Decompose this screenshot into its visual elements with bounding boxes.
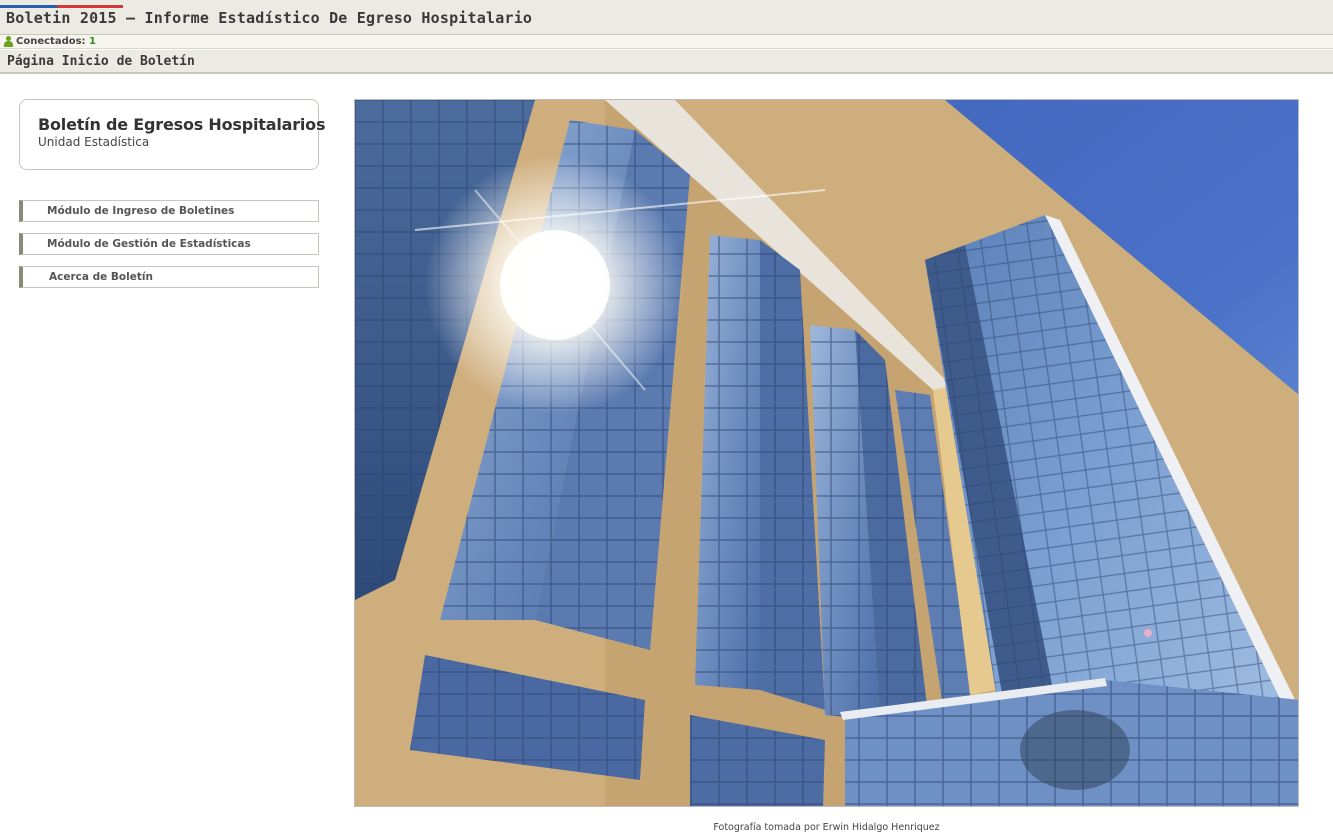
- flag-stripe-red: [57, 5, 123, 8]
- page-title-bar: Página Inicio de Boletín: [0, 50, 1333, 74]
- hospital-building-photo: [354, 99, 1299, 807]
- photo-caption-container: Fotografía tomada por Erwin Hidalgo Henr…: [354, 815, 1299, 834]
- connected-label: Conectados:: [16, 36, 86, 47]
- flag-stripe-blue: [0, 5, 57, 8]
- info-subtitle: Unidad Estadística: [38, 135, 150, 149]
- info-title: Boletín de Egresos Hospitalarios: [38, 115, 326, 134]
- menu-item-label: Acerca de Boletín: [49, 271, 153, 283]
- menu-item-label: Módulo de Gestión de Estadísticas: [47, 238, 251, 250]
- menu-item-acerca-boletin[interactable]: Acerca de Boletín: [19, 266, 319, 288]
- status-bar: Conectados: 1: [0, 35, 1333, 49]
- app-title: Boletin 2015 — Informe Estadístico De Eg…: [6, 9, 533, 27]
- user-icon: [4, 36, 13, 47]
- connected-count: 1: [89, 36, 96, 47]
- top-header: Boletin 2015 — Informe Estadístico De Eg…: [0, 0, 1333, 35]
- connected-status: Conectados: 1: [16, 36, 96, 47]
- menu-item-label: Módulo de Ingreso de Boletines: [47, 205, 235, 217]
- flag-stripe: [0, 5, 123, 8]
- menu-item-gestion-estadisticas[interactable]: Módulo de Gestión de Estadísticas: [19, 233, 319, 255]
- info-box: Boletín de Egresos Hospitalarios Unidad …: [19, 99, 325, 170]
- menu-item-ingreso-boletines[interactable]: Módulo de Ingreso de Boletines: [19, 200, 319, 222]
- photo-caption: Fotografía tomada por Erwin Hidalgo Henr…: [713, 822, 940, 833]
- page-title: Página Inicio de Boletín: [7, 54, 195, 69]
